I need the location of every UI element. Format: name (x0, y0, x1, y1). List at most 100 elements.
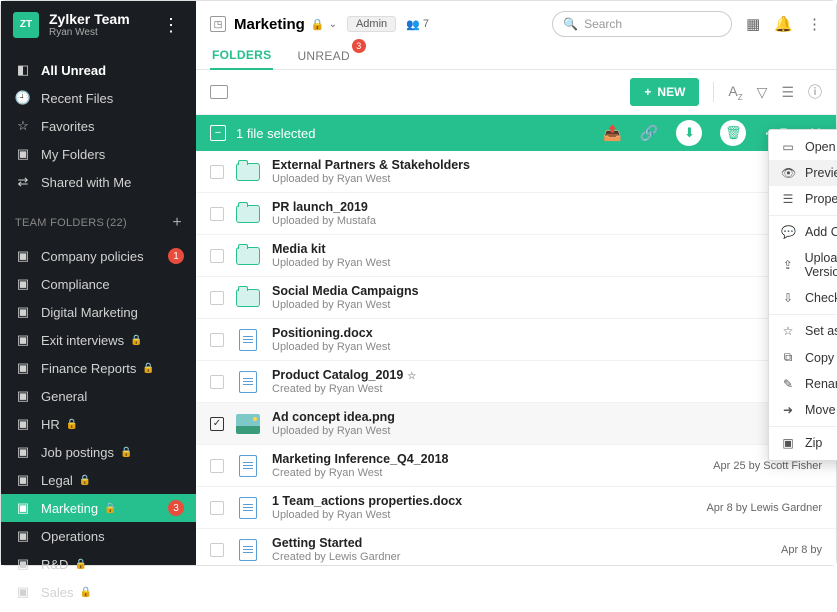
row-checkbox[interactable]: ✓ (210, 417, 224, 431)
sidebar-item-hr[interactable]: ▣HR🔒 (1, 410, 196, 438)
page-title: Marketing (234, 16, 305, 33)
sidebar-item-operations[interactable]: ▣Operations (1, 522, 196, 550)
ctx-upload-version[interactable]: ⇪Upload New Version... (769, 245, 837, 285)
team-folders-label: TEAM FOLDERS (15, 217, 104, 229)
copy-icon: ⧉ (781, 350, 795, 365)
selection-checkbox-icon[interactable]: − (210, 125, 226, 141)
sidebar-item-job-postings[interactable]: ▣Job postings🔒 (1, 438, 196, 466)
sidebar-item-shared[interactable]: ⇄ Shared with Me (1, 168, 196, 196)
sidebar-item-exit-interviews[interactable]: ▣Exit interviews🔒 (1, 326, 196, 354)
new-button[interactable]: + NEW (630, 78, 699, 106)
row-checkbox[interactable] (210, 459, 224, 473)
ctx-move[interactable]: ➜Move To... (769, 397, 837, 423)
plus-icon: + (644, 85, 651, 99)
sidebar-menu-icon[interactable]: ⋮ (158, 16, 184, 34)
team-avatar[interactable]: ZT (13, 12, 39, 38)
sidebar-item-compliance[interactable]: ▣Compliance (1, 270, 196, 298)
sidebar-item-general[interactable]: ▣General (1, 382, 196, 410)
search-placeholder: Search (584, 17, 622, 31)
layout-icon[interactable]: ☰ (781, 84, 794, 101)
filter-icon[interactable]: ▽ (757, 84, 768, 101)
lock-icon: 🔒 (142, 363, 154, 374)
file-sub: Uploaded by Ryan West (272, 173, 812, 185)
ctx-copy[interactable]: ⧉Copy To... (769, 344, 837, 371)
sidebar-item-recent[interactable]: 🕘 Recent Files (1, 84, 196, 112)
file-row[interactable]: 1 Team_actions properties.docxUploaded b… (196, 487, 836, 529)
file-row[interactable]: ✓Ad concept idea.pngUploaded by Ryan Wes… (196, 403, 836, 445)
lock-icon: 🔒 (80, 587, 92, 598)
sidebar-item-legal[interactable]: ▣Legal🔒 (1, 466, 196, 494)
file-list[interactable]: External Partners & StakeholdersUploaded… (196, 151, 836, 565)
file-row[interactable]: Positioning.docxUploaded by Ryan Westn W… (196, 319, 836, 361)
ctx-properties[interactable]: ☰Properties (769, 186, 837, 212)
tab-folders[interactable]: FOLDERS (210, 42, 273, 70)
ctx-open[interactable]: ▭Open (769, 134, 837, 160)
chevron-down-icon[interactable]: ⌄ (329, 19, 337, 30)
tab-unread[interactable]: UNREAD 3 (295, 43, 351, 69)
file-row[interactable]: Getting StartedCreated by Lewis GardnerA… (196, 529, 836, 565)
ctx-rename[interactable]: ✎Rename (769, 371, 837, 397)
comment-icon: 💬 (781, 225, 795, 239)
sidebar-item-digital-marketing[interactable]: ▣Digital Marketing (1, 298, 196, 326)
ctx-favorite[interactable]: ☆Set as Favorite (769, 318, 837, 344)
row-checkbox[interactable] (210, 375, 224, 389)
add-team-folder-icon[interactable]: + (172, 214, 182, 232)
file-name: Getting Started (272, 536, 771, 550)
sidebar-item-label: Sales (41, 585, 74, 600)
row-checkbox[interactable] (210, 333, 224, 347)
bell-icon[interactable]: 🔔 (774, 15, 793, 33)
main-panel: ◳ Marketing 🔒 ⌄ Admin 👥 7 🔍 Search ▦ 🔔 ⋮… (196, 1, 836, 565)
file-sub: Created by Ryan West (272, 383, 778, 395)
more-icon[interactable]: ⋮ (807, 15, 822, 33)
ctx-checkin[interactable]: ⇩Check In... (769, 285, 837, 311)
link-icon[interactable]: 🔗 (640, 124, 659, 142)
ctx-add-comment[interactable]: 💬Add Comment... (769, 219, 837, 245)
ctx-zip[interactable]: ▣Zip (769, 430, 837, 456)
file-row[interactable]: Marketing Inference_Q4_2018Created by Ry… (196, 445, 836, 487)
file-row[interactable]: Product Catalog_2019☆Created by Ryan Wes… (196, 361, 836, 403)
sidebar-item-all-unread[interactable]: ◧ All Unread (1, 56, 196, 84)
sidebar-item-company-policies[interactable]: ▣Company policies1 (1, 242, 196, 270)
sidebar-item-favorites[interactable]: ☆ Favorites (1, 112, 196, 140)
team-folder-icon: ▣ (15, 332, 31, 348)
ctx-preview[interactable]: 👁Preview (769, 160, 837, 186)
sidebar-item-myfolders[interactable]: ▣ My Folders (1, 140, 196, 168)
delete-icon[interactable]: 🗑 (720, 120, 746, 146)
sort-az-icon[interactable]: AZ (728, 83, 742, 102)
file-row[interactable]: Media kitUploaded by Ryan West (196, 235, 836, 277)
document-icon (239, 539, 257, 561)
sidebar-header: ZT Zylker Team Ryan West ⋮ (1, 1, 196, 50)
member-count[interactable]: 👥 7 (406, 18, 429, 31)
separator (769, 426, 837, 427)
sidebar-item-sales[interactable]: ▣Sales🔒 (1, 578, 196, 606)
info-icon[interactable]: ⓘ (808, 82, 822, 102)
file-sub: Created by Lewis Gardner (272, 551, 771, 563)
view-mode-icon[interactable] (210, 85, 228, 99)
sidebar-item-marketing[interactable]: ▣Marketing🔒3 (1, 494, 196, 522)
sidebar-item-finance-reports[interactable]: ▣Finance Reports🔒 (1, 354, 196, 382)
row-checkbox[interactable] (210, 165, 224, 179)
topbar: ◳ Marketing 🔒 ⌄ Admin 👥 7 🔍 Search ▦ 🔔 ⋮ (196, 1, 836, 42)
row-checkbox[interactable] (210, 501, 224, 515)
team-folder-icon: ▣ (15, 360, 31, 376)
document-icon (239, 371, 257, 393)
file-row[interactable]: PR launch_2019Uploaded by Mustafa (196, 193, 836, 235)
apps-grid-icon[interactable]: ▦ (746, 15, 760, 33)
team-name[interactable]: Zylker Team (49, 11, 158, 27)
file-row[interactable]: Social Media CampaignsUploaded by Ryan W… (196, 277, 836, 319)
row-checkbox[interactable] (210, 291, 224, 305)
team-folder-icon: ▣ (15, 276, 31, 292)
row-checkbox[interactable] (210, 543, 224, 557)
share-icon[interactable]: 📤 (603, 124, 622, 142)
row-checkbox[interactable] (210, 249, 224, 263)
download-icon[interactable]: ⬇ (676, 120, 702, 146)
role-chip[interactable]: Admin (347, 16, 396, 32)
lock-icon: 🔒 (74, 559, 86, 570)
sidebar-item-r&d[interactable]: ▣R&D🔒 (1, 550, 196, 578)
row-checkbox[interactable] (210, 207, 224, 221)
search-input[interactable]: 🔍 Search (552, 11, 732, 37)
search-icon: 🔍 (563, 17, 578, 31)
shared-icon: ⇄ (15, 174, 31, 190)
file-row[interactable]: External Partners & StakeholdersUploaded… (196, 151, 836, 193)
file-sub: Created by Ryan West (272, 467, 703, 479)
